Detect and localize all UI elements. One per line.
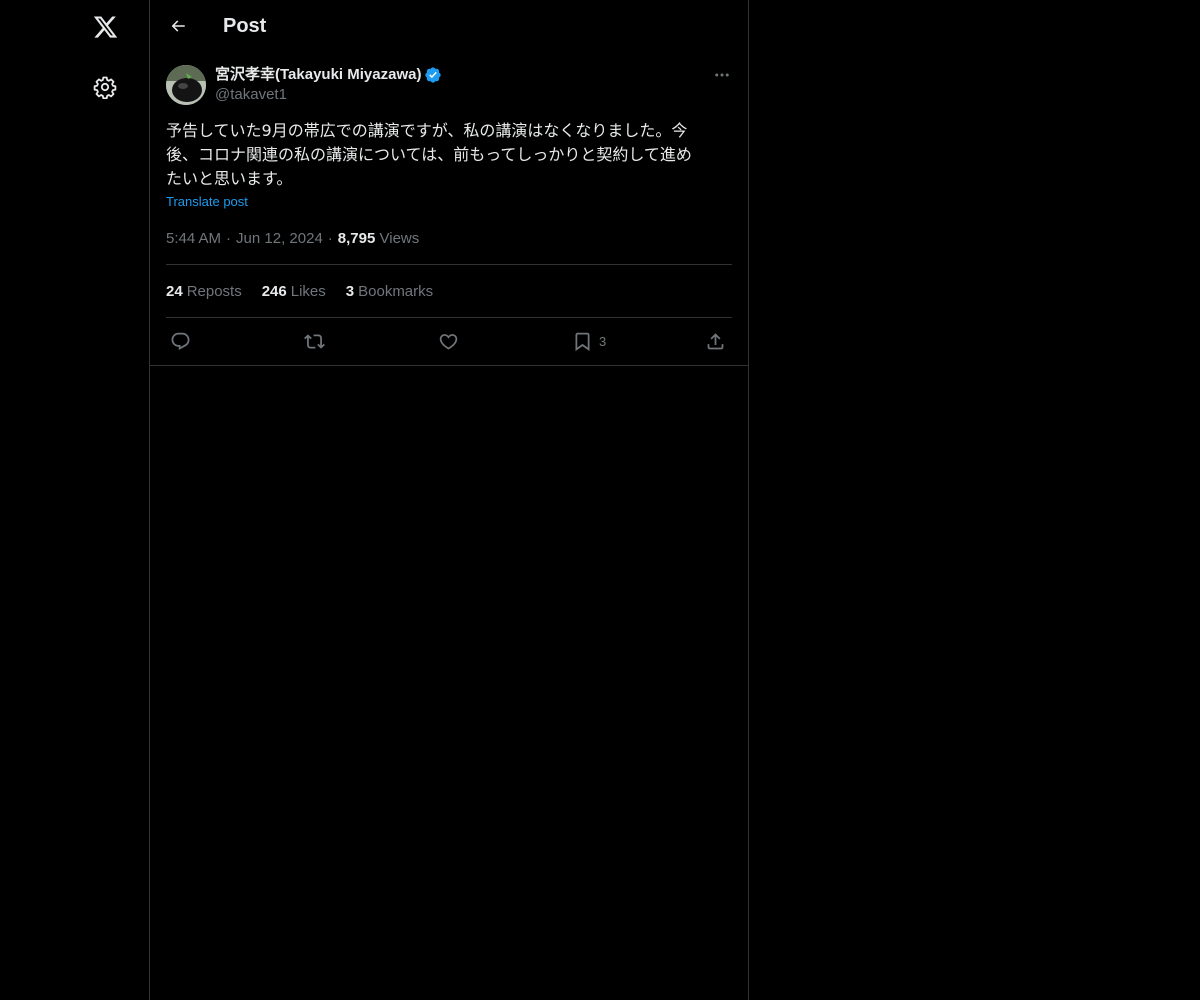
translate-post-link[interactable]: Translate post bbox=[166, 194, 248, 210]
divider bbox=[166, 264, 732, 265]
post-text-line: たいと思います。 bbox=[166, 169, 293, 188]
meta-separator: · bbox=[327, 230, 333, 247]
views-label: Views bbox=[379, 230, 420, 247]
bookmarks-count: 3 bbox=[345, 283, 355, 300]
post-author: 宮沢孝幸(Takayuki Miyazawa) @takavet1 bbox=[215, 65, 442, 105]
post-time[interactable]: 5:44 AM bbox=[166, 230, 221, 247]
post-date[interactable]: Jun 12, 2024 bbox=[236, 230, 323, 247]
share-icon bbox=[707, 332, 724, 349]
post-meta: 5:44 AM · Jun 12, 2024 · 8,795 Views bbox=[166, 229, 419, 249]
meta-separator: · bbox=[226, 230, 232, 247]
reply-button[interactable] bbox=[170, 328, 191, 354]
heart-icon bbox=[439, 333, 458, 350]
page-title: Post bbox=[223, 15, 267, 37]
main-column: Post 宮沢孝幸(Takayuki Miyazawa) @takavet1 予… bbox=[149, 0, 749, 1000]
more-dots-icon bbox=[715, 73, 729, 77]
bookmark-count: 3 bbox=[599, 333, 607, 349]
x-logo-icon[interactable] bbox=[80, 2, 130, 52]
settings-button[interactable] bbox=[80, 62, 130, 112]
author-display-name[interactable]: 宮沢孝幸(Takayuki Miyazawa) bbox=[215, 65, 421, 85]
likes-label: Likes bbox=[290, 283, 326, 300]
repost-icon bbox=[304, 333, 325, 349]
reposts-label: Reposts bbox=[186, 283, 242, 300]
divider bbox=[166, 317, 732, 318]
more-options-button[interactable] bbox=[708, 65, 736, 85]
app-root: Post 宮沢孝幸(Takayuki Miyazawa) @takavet1 予… bbox=[0, 0, 1200, 1000]
verified-badge-icon bbox=[425, 67, 442, 83]
post-text: 予告していた9月の帯広での講演ですが、私の講演はなくなりました。今 後、コロナ関… bbox=[166, 119, 736, 191]
page-header: Post bbox=[150, 0, 748, 53]
left-navigation bbox=[0, 0, 149, 1000]
post: 宮沢孝幸(Takayuki Miyazawa) @takavet1 予告していた… bbox=[150, 53, 748, 366]
bookmarks-stat[interactable]: 3 Bookmarks bbox=[346, 282, 433, 302]
reposts-count: 24 bbox=[166, 283, 183, 300]
post-stats: 24 Reposts 246 Likes 3 Bookmarks bbox=[166, 282, 433, 302]
avatar[interactable] bbox=[166, 65, 206, 105]
repost-button[interactable] bbox=[304, 328, 325, 354]
post-text-line: 予告していた9月の帯広での講演ですが、私の講演はなくなりました。今 bbox=[166, 121, 688, 140]
bookmark-icon bbox=[575, 332, 590, 351]
share-button[interactable] bbox=[705, 328, 726, 354]
likes-stat[interactable]: 246 Likes bbox=[262, 282, 326, 302]
author-handle[interactable]: @takavet1 bbox=[215, 85, 442, 105]
likes-count: 246 bbox=[261, 283, 287, 300]
like-button[interactable] bbox=[438, 328, 459, 354]
gear-icon bbox=[93, 76, 117, 99]
bookmarks-label: Bookmarks bbox=[358, 283, 434, 300]
author-name-row: 宮沢孝幸(Takayuki Miyazawa) bbox=[215, 65, 442, 85]
back-button[interactable] bbox=[162, 10, 194, 42]
reply-icon bbox=[171, 332, 190, 350]
back-arrow-icon bbox=[171, 20, 185, 32]
bookmark-button[interactable]: 3 bbox=[572, 328, 606, 354]
post-actions: 3 bbox=[166, 328, 732, 354]
post-text-line: 後、コロナ関連の私の講演については、前もってしっかりと契約して進め bbox=[166, 145, 692, 164]
reposts-stat[interactable]: 24 Reposts bbox=[166, 282, 242, 302]
avatar-image bbox=[166, 65, 206, 105]
views-count: 8,795 bbox=[337, 230, 376, 247]
